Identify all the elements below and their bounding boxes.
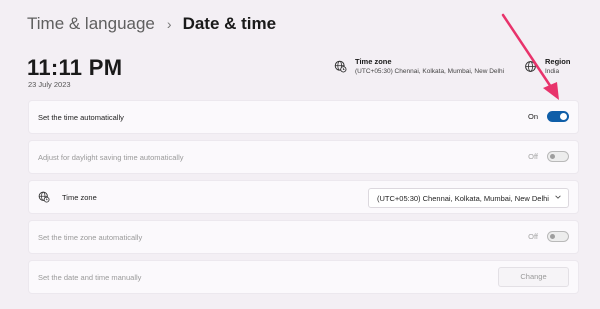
region-info-value: India — [545, 68, 560, 75]
set-time-automatically-toggle[interactable] — [547, 111, 569, 122]
chevron-right-icon: › — [166, 16, 172, 32]
current-date: 23 July 2023 — [28, 80, 71, 89]
time-zone-card: Time zone (UTC+05:30) Chennai, Kolkata, … — [28, 180, 579, 214]
toggle-state-text: On — [527, 112, 538, 121]
set-date-time-manually-label: Set the date and time manually — [38, 273, 142, 282]
set-date-time-manually-card: Set the date and time manually Change — [28, 260, 579, 294]
daylight-saving-toggle — [547, 151, 569, 162]
daylight-saving-label: Adjust for daylight saving time automati… — [38, 153, 184, 162]
breadcrumb-parent-link[interactable]: Time & language — [27, 14, 155, 34]
time-zone-automatically-label: Set the time zone automatically — [38, 233, 143, 242]
globe-clock-icon — [38, 191, 50, 203]
time-zone-selected-value: (UTC+05:30) Chennai, Kolkata, Mumbai, Ne… — [377, 194, 549, 203]
change-button: Change — [498, 267, 569, 287]
set-time-automatically-toggle-group[interactable]: On — [528, 111, 569, 122]
page-title: Date & time — [182, 14, 277, 33]
time-zone-automatically-toggle — [547, 231, 569, 242]
timezone-info-value: (UTC+05:30) Chennai, Kolkata, Mumbai, Ne… — [355, 68, 505, 75]
current-time: 11:11 PM — [27, 55, 123, 80]
timezone-info: Time zone (UTC+05:30) Chennai, Kolkata, … — [334, 57, 504, 77]
daylight-saving-card: Adjust for daylight saving time automati… — [28, 140, 579, 174]
daylight-saving-toggle-group: Off — [528, 151, 569, 162]
timezone-info-title: Time zone — [355, 57, 392, 66]
time-zone-dropdown[interactable]: (UTC+05:30) Chennai, Kolkata, Mumbai, Ne… — [368, 188, 569, 208]
globe-icon — [525, 61, 536, 72]
time-zone-label: Time zone — [62, 193, 97, 202]
globe-clock-icon — [334, 60, 347, 73]
region-info: Region India — [524, 57, 570, 77]
toggle-state-text: Off — [528, 152, 538, 161]
toggle-state-text: Off — [528, 232, 538, 241]
chevron-down-icon — [555, 195, 561, 199]
time-zone-automatically-toggle-group: Off — [528, 231, 569, 242]
time-zone-automatically-card: Set the time zone automatically Off — [28, 220, 579, 254]
breadcrumb: Time & language › Date & time — [27, 14, 276, 34]
set-time-automatically-card: Set the time automatically On — [28, 100, 579, 134]
set-time-automatically-label: Set the time automatically — [38, 113, 124, 122]
region-info-title: Region — [545, 57, 571, 66]
